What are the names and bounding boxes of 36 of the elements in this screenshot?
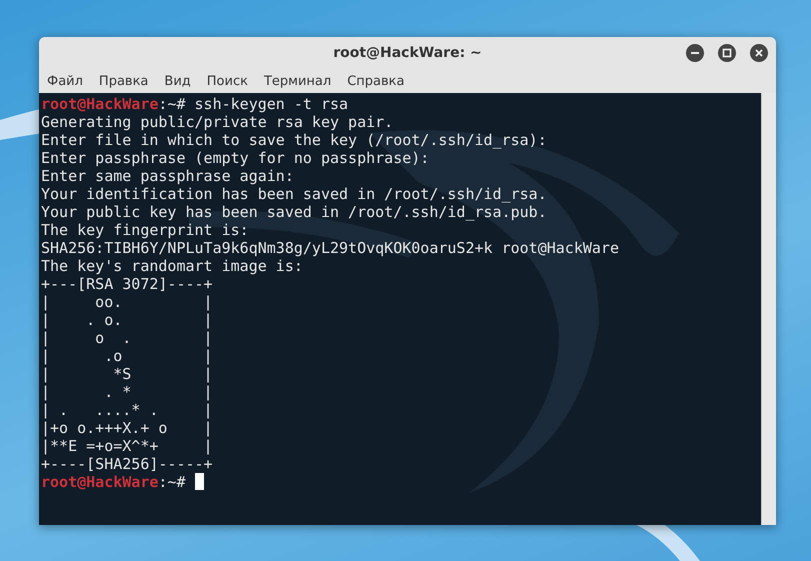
output-line: Your identification has been saved in /root/.ssh/id_rsa. (41, 185, 547, 203)
output-line: | . o. | (41, 311, 213, 329)
output-line: | . * | (41, 383, 213, 401)
output-line: Enter same passphrase again: (41, 167, 294, 185)
minimize-icon[interactable] (686, 44, 704, 62)
menu-item[interactable]: Терминал (262, 74, 342, 88)
menu-item[interactable]: Вид (162, 74, 201, 88)
output-line: The key fingerprint is: (41, 221, 249, 239)
output-line: Your public key has been saved in /root/.ssh/id_rsa.pub. (41, 203, 547, 221)
output-line: Generating public/private rsa key pair. (41, 113, 394, 131)
menu-item[interactable]: Справка (345, 74, 414, 88)
command-text: ssh-keygen -t rsa (194, 95, 348, 113)
output-line: The key's randomart image is: (41, 257, 303, 275)
output-line: Enter passphrase (empty for no passphrase): (41, 149, 430, 167)
output-line: +---[RSA 3072]----+ (41, 275, 213, 293)
prompt-path: :~# (158, 95, 186, 113)
output-line: | . ....* . | (41, 401, 213, 419)
menu-item[interactable]: Поиск (204, 74, 258, 88)
menu-item[interactable]: Правка (96, 74, 158, 88)
prompt-path: :~# (158, 473, 186, 491)
close-icon[interactable] (750, 44, 768, 62)
output-line: +----[SHA256]-----+ (41, 455, 213, 473)
output-line: Enter file in which to save the key (/root/.ssh/id_rsa): (41, 131, 547, 149)
scrollbar[interactable] (761, 93, 776, 525)
prompt-user: root@HackWare (41, 473, 158, 491)
output-line: | o . | (41, 329, 213, 347)
output-line: | .o | (41, 347, 213, 365)
prompt-user: root@HackWare (41, 95, 158, 113)
maximize-icon[interactable] (718, 44, 736, 62)
window-title: root@HackWare: ~ (333, 45, 482, 61)
output-line: | oo. | (41, 293, 213, 311)
output-line: | *S | (41, 365, 213, 383)
output-line: |+o o.+++X.+ o | (41, 419, 213, 437)
menu-item[interactable]: Файл (45, 74, 93, 88)
output-line: SHA256:TIBH6Y/NPLuTa9k6qNm38g/yL29tOvqKOK0oaruS2+k root@HackWare (41, 239, 619, 257)
output-line: |**E =+o=X^*+ | (41, 437, 213, 455)
